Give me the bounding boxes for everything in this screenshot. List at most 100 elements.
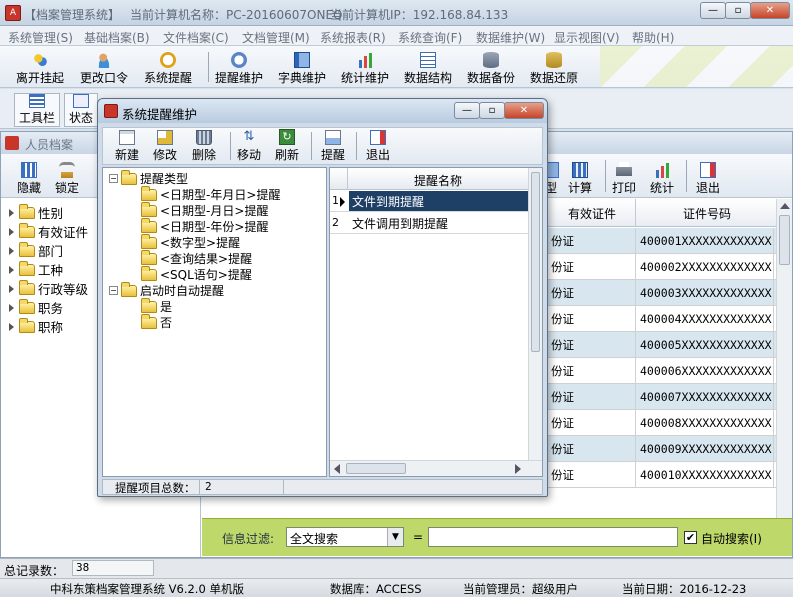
- tree-item[interactable]: − 提醒类型: [109, 169, 188, 187]
- dialog-minimize-button[interactable]: —: [454, 102, 480, 119]
- toolbar-toggle-button[interactable]: 工具栏: [14, 93, 61, 127]
- tree-item[interactable]: 职称: [9, 317, 63, 336]
- id-number-cell[interactable]: 400005XXXXXXXXXXXXX: [636, 332, 774, 358]
- edit-button[interactable]: 修改: [151, 130, 179, 163]
- id-number-cell[interactable]: 400010XXXXXXXXXXXXX: [636, 462, 774, 488]
- menu-document[interactable]: 文档管理(M): [242, 29, 310, 46]
- status-toggle-button[interactable]: 状态: [64, 93, 99, 127]
- dictionary-maintenance-button[interactable]: 字典维护: [276, 50, 328, 86]
- maximize-button[interactable]: ▫: [725, 2, 751, 19]
- hide-button[interactable]: 隐藏: [15, 158, 43, 196]
- tree-item[interactable]: <查询结果>提醒: [141, 249, 252, 267]
- tree-item[interactable]: 否: [141, 313, 172, 331]
- tree-item[interactable]: 行政等级: [9, 279, 88, 298]
- filter-value-input[interactable]: [428, 527, 678, 547]
- reminder-maintenance-button[interactable]: 提醒维护: [213, 50, 265, 86]
- remind-button[interactable]: 提醒: [319, 130, 347, 163]
- calculate-button[interactable]: 计算: [566, 158, 594, 196]
- tree-item[interactable]: <日期型-年月日>提醒: [141, 185, 280, 203]
- tree-item[interactable]: <日期型-年份>提醒: [141, 217, 268, 235]
- id-type-cell[interactable]: 份证: [547, 306, 636, 332]
- tree-item[interactable]: 是: [141, 297, 172, 315]
- id-number-cell[interactable]: 400009XXXXXXXXXXXXX: [636, 436, 774, 462]
- menu-reports[interactable]: 系统报表(R): [320, 29, 386, 46]
- id-number-cell[interactable]: 400003XXXXXXXXXXXXX: [636, 280, 774, 306]
- reminder-name-cell[interactable]: 文件到期提醒: [349, 191, 528, 211]
- delete-button[interactable]: 删除: [190, 130, 218, 163]
- system-reminder-button[interactable]: 系统提醒: [142, 50, 194, 86]
- id-number-cell[interactable]: 400008XXXXXXXXXXXXX: [636, 410, 774, 436]
- scroll-right-icon[interactable]: [515, 464, 521, 474]
- tree-item[interactable]: 性别: [9, 203, 63, 222]
- scroll-thumb[interactable]: [531, 172, 540, 352]
- id-type-cell[interactable]: 份证: [547, 436, 636, 462]
- lock-button[interactable]: 锁定: [53, 158, 81, 196]
- id-number-cell[interactable]: 400007XXXXXXXXXXXXX: [636, 384, 774, 410]
- id-number-cell[interactable]: 400001XXXXXXXXXXXXX: [636, 228, 774, 254]
- tree-item[interactable]: <日期型-月日>提醒: [141, 201, 268, 219]
- scroll-thumb[interactable]: [346, 463, 406, 474]
- scroll-left-icon[interactable]: [334, 464, 340, 474]
- minimize-button[interactable]: —: [700, 2, 726, 19]
- auto-search-checkbox[interactable]: ✔: [684, 531, 697, 544]
- tree-item[interactable]: <数字型>提醒: [141, 233, 240, 251]
- new-button[interactable]: 新建: [113, 130, 141, 163]
- leave-suspend-button[interactable]: 离开挂起: [14, 50, 66, 86]
- tree-item[interactable]: 工种: [9, 260, 63, 279]
- database-restore-icon: [546, 52, 562, 68]
- id-type-cell[interactable]: 份证: [547, 280, 636, 306]
- filter-field-select[interactable]: 全文搜索 ▼: [286, 527, 404, 547]
- table-row[interactable]: 2 文件调用到期提醒: [330, 213, 528, 234]
- tree-item[interactable]: 部门: [9, 241, 63, 260]
- close-button[interactable]: ✕: [750, 2, 790, 19]
- statistics-button[interactable]: 统计: [648, 158, 676, 196]
- id-type-cell[interactable]: 份证: [547, 410, 636, 436]
- collapse-icon[interactable]: −: [109, 286, 118, 295]
- id-number-cell[interactable]: 400006XXXXXXXXXXXXX: [636, 358, 774, 384]
- column-header-id-type[interactable]: 有效证件: [547, 205, 637, 222]
- id-type-cell[interactable]: 份证: [547, 228, 636, 254]
- tree-item[interactable]: <SQL语句>提醒: [141, 265, 252, 283]
- id-type-cell[interactable]: 份证: [547, 384, 636, 410]
- tree-item[interactable]: 有效证件: [9, 222, 88, 241]
- menu-data-maintenance[interactable]: 数据维护(W): [476, 29, 545, 46]
- tree-item[interactable]: 职务: [9, 298, 63, 317]
- menu-view[interactable]: 显示视图(V): [554, 29, 620, 46]
- id-type-cell[interactable]: 份证: [547, 462, 636, 488]
- id-type-cell[interactable]: 份证: [547, 358, 636, 384]
- menu-file-archive[interactable]: 文件档案(C): [163, 29, 229, 46]
- menu-system[interactable]: 系统管理(S): [8, 29, 73, 46]
- auto-search-label[interactable]: 自动搜索(I): [701, 530, 762, 547]
- statistics-maintenance-button[interactable]: 统计维护: [339, 50, 391, 86]
- id-type-cell[interactable]: 份证: [547, 332, 636, 358]
- refresh-button[interactable]: ↻ 刷新: [273, 129, 301, 163]
- data-backup-button[interactable]: 数据备份: [465, 50, 517, 86]
- menu-basic-archive[interactable]: 基础档案(B): [84, 29, 150, 46]
- dialog-maximize-button[interactable]: ▫: [479, 102, 505, 119]
- id-type-cell[interactable]: 份证: [547, 254, 636, 280]
- column-header-id-number[interactable]: 证件号码: [637, 205, 777, 222]
- id-number-cell[interactable]: 400002XXXXXXXXXXXXX: [636, 254, 774, 280]
- menu-help[interactable]: 帮助(H): [632, 29, 674, 46]
- dialog-exit-button[interactable]: 退出: [364, 130, 392, 163]
- chevron-down-icon[interactable]: ▼: [387, 528, 403, 546]
- scroll-thumb[interactable]: [779, 215, 790, 265]
- data-restore-button[interactable]: 数据还原: [528, 50, 580, 86]
- data-structure-button[interactable]: 数据结构: [402, 50, 454, 86]
- dialog-close-button[interactable]: ✕: [504, 102, 544, 119]
- exit-button[interactable]: 退出: [694, 158, 722, 196]
- menu-query[interactable]: 系统查询(F): [398, 29, 462, 46]
- dialog-grid-horizontal-scrollbar[interactable]: [330, 460, 542, 476]
- table-row[interactable]: 1 文件到期提醒: [330, 191, 528, 212]
- collapse-icon[interactable]: −: [109, 174, 118, 183]
- column-header-reminder-name[interactable]: 提醒名称: [348, 172, 528, 189]
- change-password-button[interactable]: 更改口令: [78, 50, 130, 86]
- dialog-grid-vertical-scrollbar[interactable]: [528, 168, 542, 460]
- reminder-name-cell[interactable]: 文件调用到期提醒: [349, 213, 528, 233]
- move-button[interactable]: ⇅ 移动: [235, 129, 263, 163]
- tree-item[interactable]: − 启动时自动提醒: [109, 281, 224, 299]
- print-button[interactable]: 打印: [610, 158, 638, 196]
- id-number-cell[interactable]: 400004XXXXXXXXXXXXX: [636, 306, 774, 332]
- scroll-up-icon[interactable]: [780, 203, 790, 209]
- grid-vertical-scrollbar[interactable]: [776, 199, 792, 519]
